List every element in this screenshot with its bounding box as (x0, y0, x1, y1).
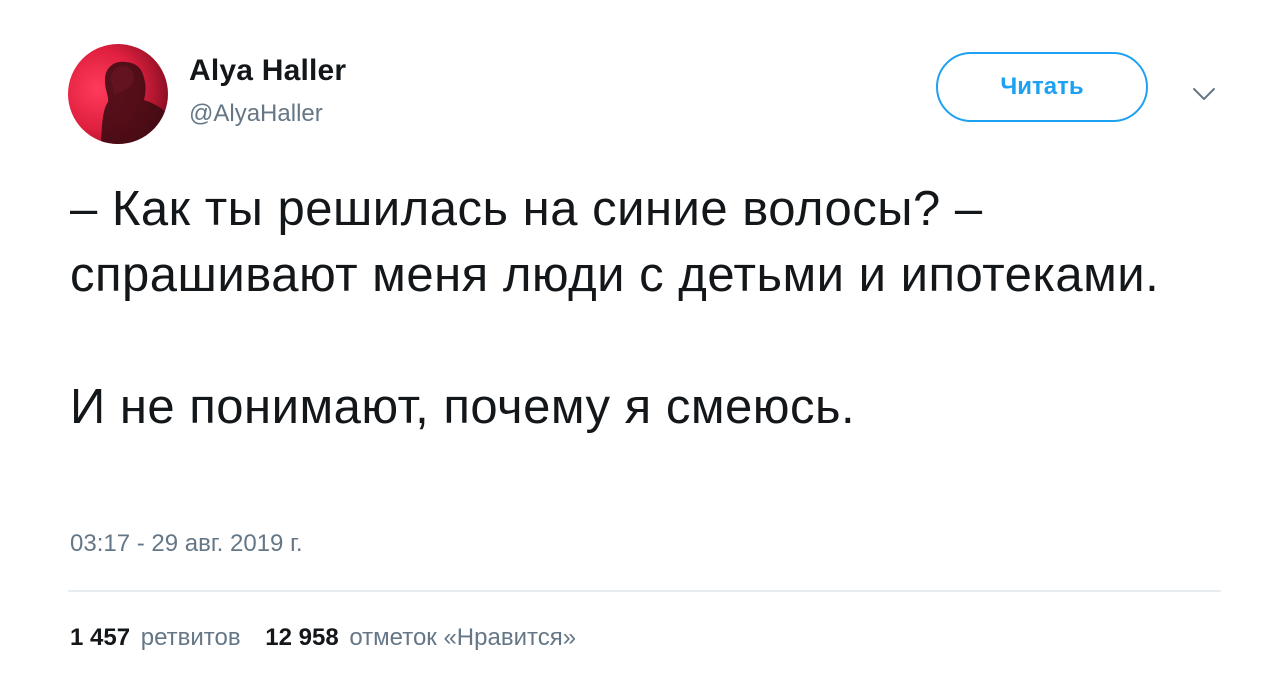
author-name[interactable]: Alya Haller (189, 54, 346, 88)
retweets-stat[interactable]: 1 457 ретвитов (70, 624, 241, 651)
tweet-stats: 1 457 ретвитов 12 958 отметок «Нравится» (70, 624, 594, 652)
divider (68, 590, 1221, 592)
tweet-timestamp[interactable]: 03:17 - 29 авг. 2019 г. (70, 530, 303, 558)
likes-stat[interactable]: 12 958 отметок «Нравится» (265, 624, 576, 651)
tweet-paragraph: – Как ты решилась на синие волосы? – спр… (70, 182, 1160, 302)
avatar-image (101, 61, 168, 144)
tweet-paragraph: И не понимают, почему я смеюсь. (70, 380, 856, 434)
likes-label: отметок «Нравится» (349, 624, 577, 651)
likes-count: 12 958 (265, 624, 339, 651)
follow-button[interactable]: Читать (936, 52, 1148, 122)
tweet-card: Alya Haller @AlyaHaller Читать – Как ты … (0, 0, 1280, 686)
retweets-label: ретвитов (140, 624, 241, 651)
retweets-count: 1 457 (70, 624, 131, 651)
tweet-text: – Как ты решилась на синие волосы? – спр… (70, 176, 1220, 440)
avatar[interactable] (68, 44, 168, 144)
chevron-down-icon[interactable] (1192, 84, 1216, 104)
author-handle[interactable]: @AlyaHaller (189, 100, 323, 128)
